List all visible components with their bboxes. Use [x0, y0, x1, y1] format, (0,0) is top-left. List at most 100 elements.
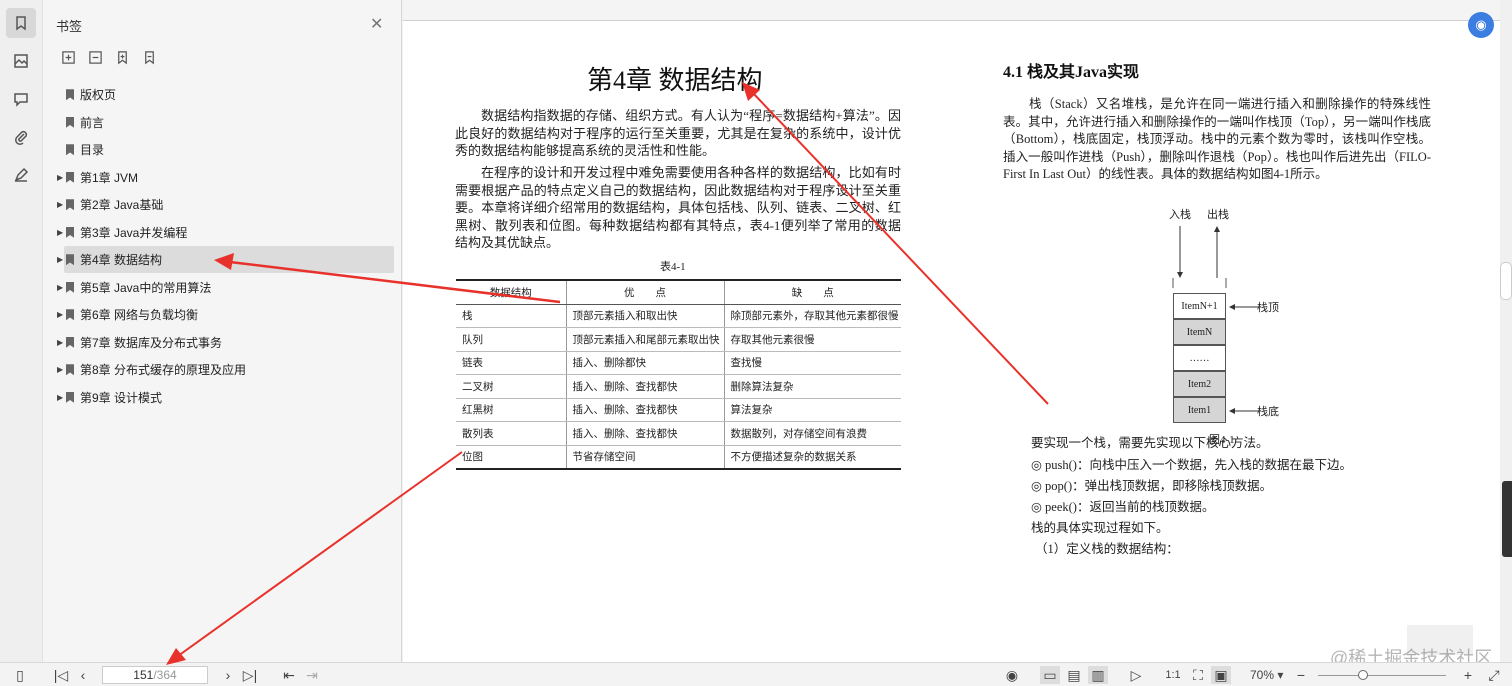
table-row: 队列 顶部元素插入和尾部元素取出快 存取其他元素很慢 — [456, 327, 901, 352]
single-page-button[interactable]: ▭ — [1040, 666, 1060, 684]
table-cell: 插入、删除、查找都快 — [565, 374, 724, 399]
zoom-out-button[interactable]: − — [1293, 666, 1309, 684]
table-cell: 存取其他元素很慢 — [723, 327, 901, 352]
bookmark-icon — [66, 199, 74, 211]
forward-button[interactable]: ⇥ — [303, 666, 321, 684]
stack-cell: …… — [1173, 345, 1226, 371]
attachment-panel-button[interactable] — [6, 122, 36, 152]
actual-size-button[interactable]: 1:1 — [1163, 666, 1183, 684]
bookmark-panel-button[interactable] — [6, 8, 36, 38]
text-line: ◎ pop()：弹出栈顶数据，即移除栈顶数据。 — [1031, 479, 1273, 493]
two-page-button[interactable]: ▥ — [1088, 666, 1108, 684]
next-page-button[interactable]: › — [220, 666, 236, 684]
table-cell: 链表 — [456, 351, 566, 375]
fit-width-icon: ▣ — [1214, 666, 1228, 683]
table-cell: 二叉树 — [456, 374, 566, 399]
page-number-input[interactable]: 151/364 — [102, 666, 208, 684]
expand-arrow-icon[interactable]: ▶ — [57, 365, 63, 374]
bookmark-item-selected[interactable]: ▶ 第4章 数据结构 — [43, 246, 402, 274]
left-icon-rail — [0, 0, 43, 662]
comment-icon — [14, 93, 28, 107]
stack-figure: 入栈 出栈 ItemN+1 ItemN …… Item2 Item1 栈顶 栈底 — [1169, 206, 1283, 431]
table-header: 优 点 — [565, 280, 724, 305]
eye-icon: ◉ — [1005, 666, 1019, 683]
expand-arrow-icon[interactable]: ▶ — [57, 310, 63, 319]
section-title: 4.1 栈及其Java实现 — [1003, 64, 1140, 81]
paragraph: 栈（Stack）又名堆栈，是允许在同一端进行插入和删除操作的特殊线性表。其中，允… — [1003, 97, 1431, 181]
assistant-float-button[interactable]: ◉ — [1468, 12, 1494, 38]
table-cell: 插入、删除、查找都快 — [565, 421, 724, 446]
image-icon — [14, 54, 28, 68]
expand-all-button[interactable] — [60, 49, 76, 65]
thumbnail-panel-button[interactable] — [6, 46, 36, 76]
bookmark-item[interactable]: 前言 — [43, 109, 402, 137]
push-label: 入栈 — [1169, 209, 1191, 221]
expand-arrow-icon[interactable]: ▶ — [57, 338, 63, 347]
play-button[interactable]: ▷ — [1126, 666, 1146, 684]
expand-arrow-icon[interactable]: ▶ — [57, 393, 63, 402]
last-page-button[interactable]: ▷| — [241, 666, 259, 684]
table-cell: 查找慢 — [723, 351, 901, 375]
bookmark-icon — [66, 226, 74, 238]
add-bookmark-button[interactable] — [114, 49, 130, 65]
bookmark-item[interactable]: ▶ 第3章 Java并发编程 — [43, 219, 402, 247]
toggle-sidebar-button[interactable]: ▯ — [10, 666, 30, 684]
back-button[interactable]: ⇤ — [280, 666, 298, 684]
bookmark-remove-icon — [144, 50, 154, 64]
document-viewport[interactable]: 第4章 数据结构 数据结构指数据的存储、组织方式。有人认为“程序=数据结构+算法… — [403, 0, 1500, 662]
comment-panel-button[interactable] — [6, 84, 36, 114]
single-page-icon: ▭ — [1043, 666, 1057, 683]
vertical-scrollbar[interactable] — [1500, 0, 1512, 662]
side-tab[interactable] — [1502, 481, 1512, 557]
first-page-button[interactable]: |◁ — [52, 666, 70, 684]
collapse-all-button[interactable] — [87, 49, 103, 65]
zoom-level[interactable]: 70% ▾ — [1250, 668, 1283, 682]
fullscreen-button[interactable]: ⤢ — [1484, 666, 1504, 684]
bookmark-item[interactable]: ▶ 第1章 JVM — [43, 164, 402, 192]
assistant-icon: ◉ — [1475, 17, 1487, 32]
bookmark-item[interactable]: ▶ 第6章 网络与负载均衡 — [43, 301, 402, 329]
expand-arrow-icon[interactable]: ▶ — [57, 283, 63, 292]
expand-arrow-icon[interactable]: ▶ — [57, 200, 63, 209]
expand-arrow-icon[interactable]: ▶ — [57, 228, 63, 237]
pen-icon — [14, 167, 29, 182]
signature-panel-button[interactable] — [6, 160, 36, 190]
zoom-slider-thumb[interactable] — [1358, 670, 1368, 680]
table-cell: 顶部元素插入和尾部元素取出快 — [565, 327, 724, 352]
continuous-page-button[interactable]: ▤ — [1064, 666, 1084, 684]
top-label: 栈顶 — [1257, 302, 1279, 314]
zoom-slider[interactable] — [1318, 670, 1446, 680]
zoom-in-button[interactable]: + — [1460, 666, 1476, 684]
bookmark-item[interactable]: 版权页 — [43, 81, 402, 109]
expand-arrow-icon[interactable]: ▶ — [57, 255, 63, 264]
page-left: 第4章 数据结构 数据结构指数据的存储、组织方式。有人认为“程序=数据结构+算法… — [403, 20, 951, 662]
table-cell: 散列表 — [456, 421, 566, 446]
bookmark-icon — [66, 281, 74, 293]
bookmark-item[interactable]: ▶ 第9章 设计模式 — [43, 384, 402, 412]
table-row: 红黑树 插入、删除、查找都快 算法复杂 — [456, 398, 901, 422]
fit-width-button[interactable]: ▣ — [1211, 666, 1231, 684]
bookmark-icon — [66, 336, 74, 348]
fit-page-button[interactable]: ⛶ — [1188, 666, 1208, 684]
table-cell: 算法复杂 — [723, 398, 901, 422]
table-cell: 栈 — [456, 304, 566, 328]
bookmark-item[interactable]: ▶ 第5章 Java中的常用算法 — [43, 274, 402, 302]
close-icon[interactable]: ✕ — [370, 14, 383, 34]
bookmark-item[interactable]: ▶ 第2章 Java基础 — [43, 191, 402, 219]
table-caption: 表4-1 — [660, 261, 686, 273]
remove-bookmark-button[interactable] — [141, 49, 157, 65]
prev-page-button[interactable]: ‹ — [75, 666, 91, 684]
pop-label: 出栈 — [1207, 209, 1229, 221]
status-bar: ▯ |◁ ‹ 151/364 › ▷| ⇤ ⇥ ◉ ▭ ▤ ▥ ▷ 1:1 ⛶ … — [0, 662, 1512, 686]
page-border — [403, 20, 1500, 21]
table-cell: 不方便描述复杂的数据关系 — [723, 445, 901, 469]
eye-care-button[interactable]: ◉ — [1001, 666, 1023, 684]
bookmark-item[interactable]: ▶ 第7章 数据库及分布式事务 — [43, 329, 402, 357]
bookmark-item[interactable]: 目录 — [43, 136, 402, 164]
chevron-right-icon: › — [225, 667, 231, 683]
scrollbar-thumb[interactable] — [1500, 262, 1512, 300]
expand-arrow-icon[interactable]: ▶ — [57, 173, 63, 182]
bookmark-item[interactable]: ▶ 第8章 分布式缓存的原理及应用 — [43, 356, 402, 384]
bookmark-icon — [66, 89, 74, 101]
paragraph: 数据结构指数据的存储、组织方式。有人认为“程序=数据结构+算法”。因此良好的数据… — [455, 108, 901, 158]
